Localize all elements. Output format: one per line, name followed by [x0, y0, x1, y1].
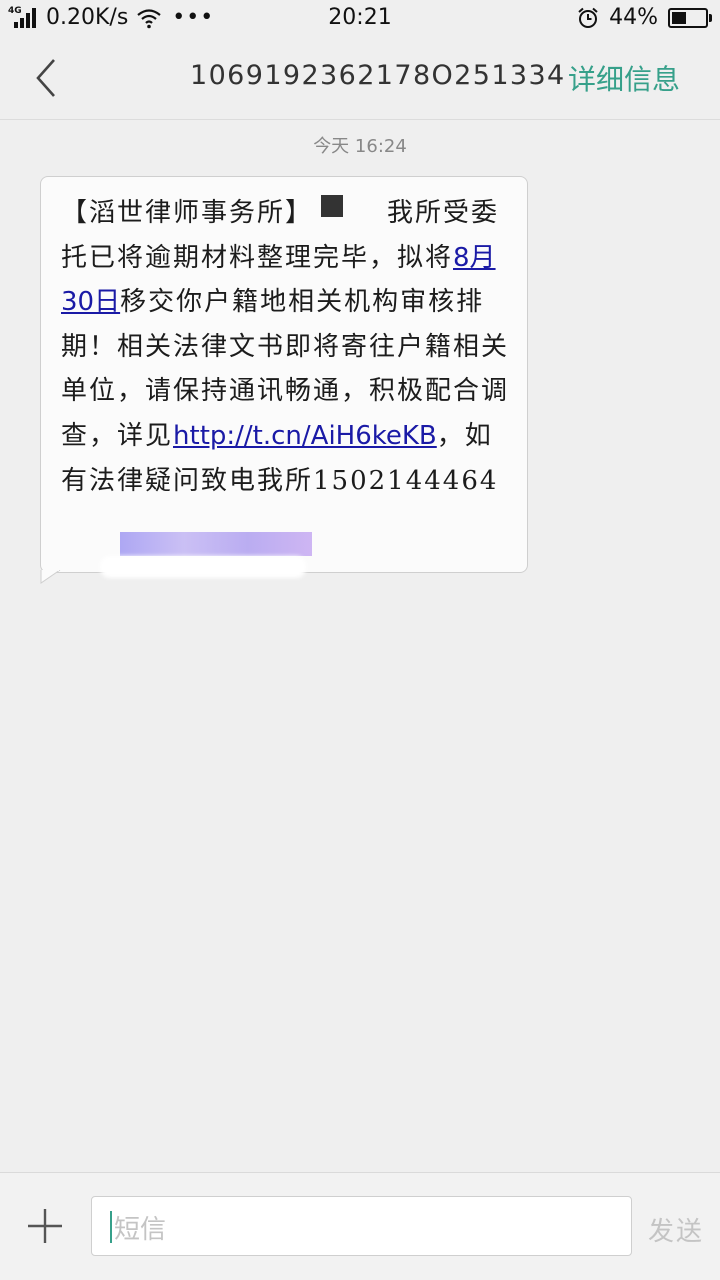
send-button[interactable]: 发送 — [648, 1211, 704, 1248]
input-placeholder: 短信 — [114, 1215, 167, 1245]
battery-percent: 44% — [609, 5, 658, 30]
message-bubble[interactable]: 【滔世律师事务所】 我所受委托已将逾期材料整理完毕，拟将8月30日移交你户籍地相关… — [40, 176, 528, 573]
url-link[interactable]: http://t.cn/AiH6keKB — [173, 421, 437, 451]
details-button[interactable]: 详细信息 — [568, 58, 680, 98]
alarm-icon — [578, 7, 598, 28]
message-text: 【滔世律师事务所】 我所受委托已将逾期材料整理完毕，拟将8月30日移交你户籍地相关… — [61, 191, 511, 503]
phone-number[interactable]: 1502144464 — [313, 466, 498, 496]
header-divider — [0, 119, 720, 120]
add-attachment-icon[interactable] — [26, 1207, 64, 1245]
text-caret — [110, 1211, 112, 1243]
bubble-tail — [40, 570, 61, 584]
status-right: 44% — [577, 5, 712, 30]
message-timestamp: 今天 16:24 — [313, 136, 407, 157]
composer-bar: 短信 发送 — [0, 1172, 720, 1280]
sender-number: 1069192362178O251334 — [190, 60, 566, 91]
status-bar: 4G 0.20K/s ••• 20:21 44% — [0, 0, 720, 36]
redaction-blur — [100, 556, 306, 578]
sender-signature: 【滔世律师事务所】 — [61, 198, 314, 228]
battery-icon — [668, 7, 712, 28]
battery-level — [672, 11, 687, 24]
back-arrow-icon[interactable] — [28, 56, 68, 100]
redaction-blur — [120, 532, 312, 556]
redacted-mark — [321, 195, 344, 217]
conversation-header: 1069192362178O251334 详细信息 — [0, 36, 720, 120]
message-input[interactable]: 短信 — [91, 1196, 632, 1256]
